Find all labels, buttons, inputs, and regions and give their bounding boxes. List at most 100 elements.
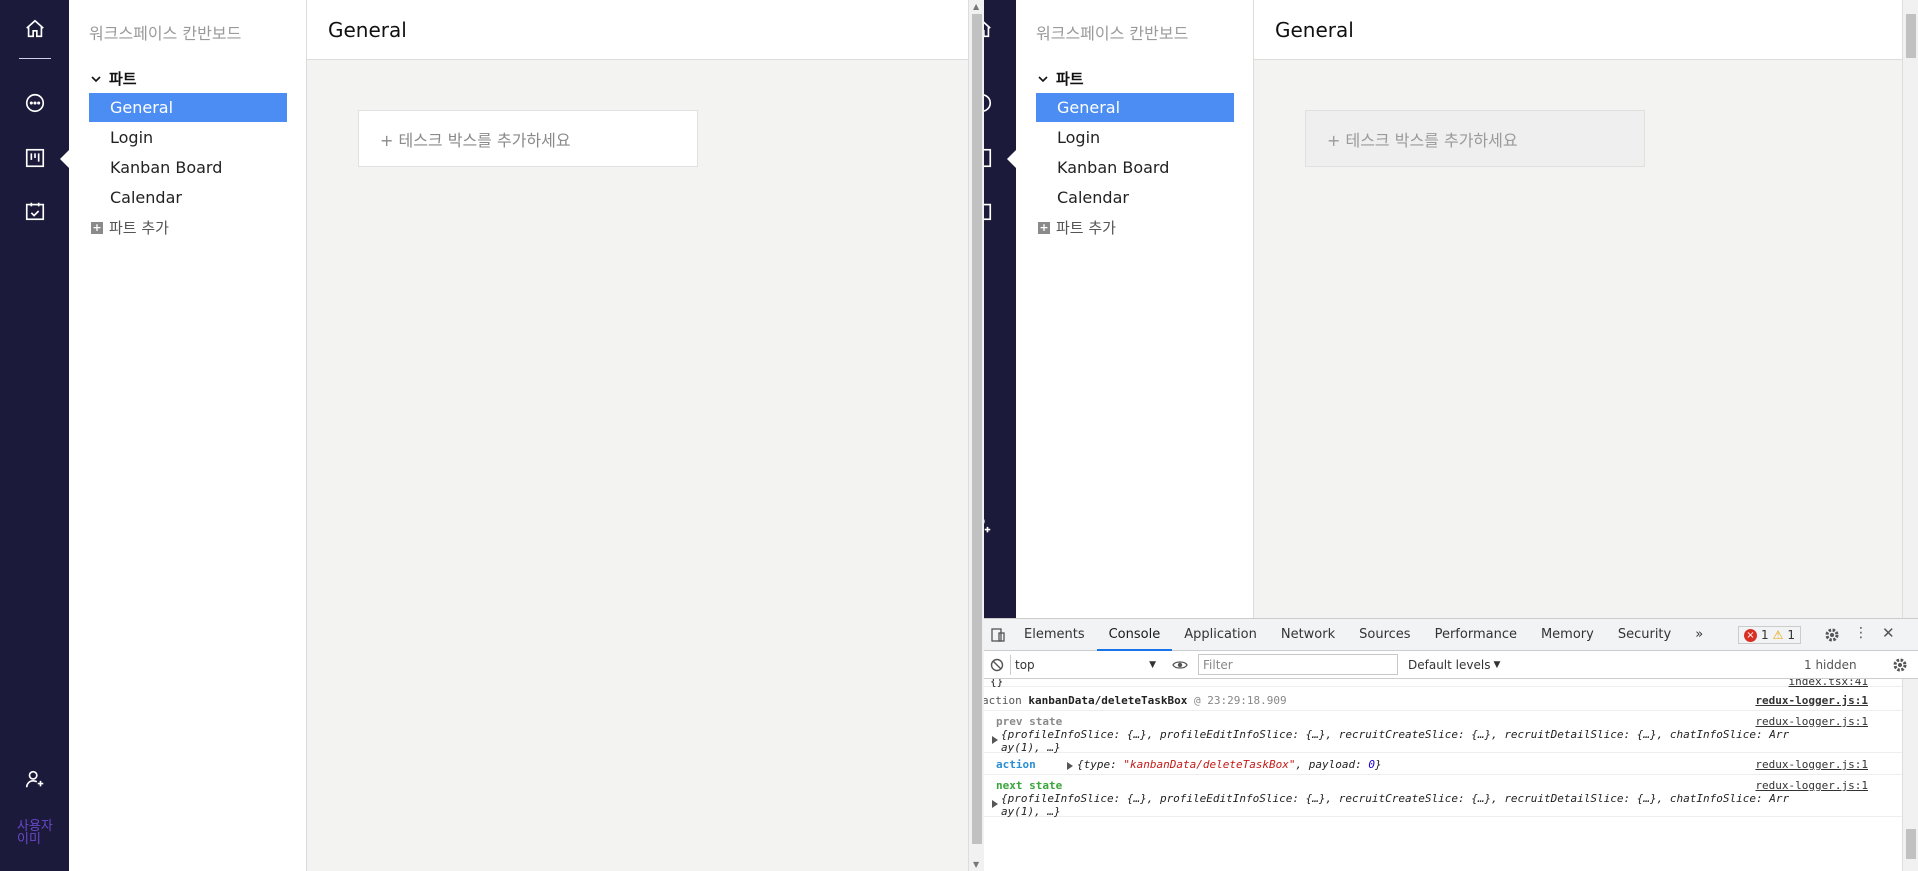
tab-performance[interactable]: Performance (1423, 619, 1529, 651)
part-group-toggle[interactable]: 파트 (91, 68, 137, 89)
home-icon[interactable] (984, 16, 995, 42)
action-prefix: action (984, 694, 1022, 707)
dropdown-arrow-icon: ▼ (1149, 659, 1156, 670)
console-group-header[interactable]: action kanbanData/deleteTaskBox @ 23:29:… (984, 691, 1902, 711)
console-row-prev-state: prev state redux-logger.js:1 {profileInf… (984, 713, 1902, 754)
calendar-check-icon[interactable] (984, 198, 995, 224)
expand-triangle-icon[interactable] (1067, 760, 1077, 773)
gear-icon[interactable] (1824, 627, 1840, 647)
source-link[interactable]: index.tsx:41 (1789, 679, 1868, 688)
console-text: {} (990, 679, 1004, 688)
console-row-action: action {type: "kanbanData/deleteTaskBox"… (984, 755, 1902, 775)
plus-square-icon: + (91, 220, 103, 234)
tab-network[interactable]: Network (1269, 619, 1347, 651)
page-title: General (307, 0, 968, 60)
device-toggle-icon[interactable] (984, 619, 1012, 651)
scrollbar-thumb[interactable] (1906, 14, 1916, 58)
workspace-sidebar: 워크스페이스 칸반보드 파트 General Login Kanban Boar… (1016, 0, 1254, 618)
more-tabs-button[interactable]: » (1683, 619, 1715, 651)
right-browser-window: 워크스페이스 칸반보드 파트 General Login Kanban Boar… (984, 0, 1918, 618)
tab-security[interactable]: Security (1606, 619, 1683, 651)
add-taskbox-button[interactable]: + 테스크 박스를 추가하세요 (358, 110, 698, 167)
scroll-down-arrow-icon[interactable]: ▼ (973, 860, 979, 869)
kebab-menu-icon[interactable]: ⋮ (1854, 625, 1868, 641)
part-group-label: 파트 (109, 70, 137, 88)
console-filter-input[interactable] (1198, 654, 1398, 675)
add-part-button[interactable]: + 파트 추가 (91, 217, 169, 238)
calendar-check-icon[interactable] (22, 198, 48, 224)
tab-application[interactable]: Application (1172, 619, 1269, 651)
add-user-icon[interactable] (984, 512, 995, 538)
clear-console-icon[interactable] (990, 658, 1004, 672)
part-item-general[interactable]: General (1036, 93, 1234, 122)
scroll-up-arrow-icon[interactable]: ▲ (973, 2, 979, 11)
console-toolbar: top ▼ Default levels ▼ 1 hidden (984, 651, 1918, 679)
part-item-kanban-board[interactable]: Kanban Board (89, 153, 287, 182)
chevron-down-icon (91, 70, 101, 88)
hidden-count: 1 hidden (1804, 657, 1857, 672)
next-state-value-wrap: ay(1), …} (1001, 805, 1061, 818)
scrollbar-thumb[interactable] (1906, 829, 1916, 859)
next-state-value: {profileInfoSlice: {…}, profileEditInfoS… (1001, 792, 1790, 805)
prev-state-value-wrap: ay(1), …} (1001, 741, 1061, 754)
kanban-icon[interactable] (22, 145, 48, 171)
part-item-calendar[interactable]: Calendar (1036, 183, 1234, 212)
prev-state-label: prev state (996, 715, 1063, 728)
action-object-text: {type: (1077, 758, 1124, 771)
part-item-login[interactable]: Login (1036, 123, 1234, 152)
issues-counter[interactable]: × 1 ⚠ 1 (1738, 626, 1802, 644)
plus-square-icon: + (1038, 220, 1050, 234)
source-link[interactable]: redux-logger.js:1 (1755, 715, 1868, 728)
left-browser-window: 사용자 이미 워크스페이스 칸반보드 파트 General Login Kanb… (0, 0, 968, 871)
warning-count: 1 (1787, 628, 1796, 642)
part-item-general[interactable]: General (89, 93, 287, 122)
part-group-label: 파트 (1056, 70, 1084, 88)
scrollbar-thumb[interactable] (972, 14, 982, 844)
part-item-calendar[interactable]: Calendar (89, 183, 287, 212)
devtools-tab-bar: Elements Console Application Network Sou… (984, 619, 1918, 651)
add-taskbox-button[interactable]: + 테스크 박스를 추가하세요 (1305, 110, 1645, 167)
context-value: top (1015, 657, 1035, 672)
add-part-button[interactable]: + 파트 추가 (1038, 217, 1116, 238)
action-name: kanbanData/deleteTaskBox (1028, 694, 1188, 707)
kanban-icon[interactable] (984, 145, 995, 171)
eye-icon[interactable] (1172, 659, 1188, 671)
prev-state-value: {profileInfoSlice: {…}, profileEditInfoS… (1001, 728, 1790, 741)
right-window-scrollbar[interactable] (1902, 0, 1918, 618)
console-output: {} index.tsx:41 action kanbanData/delete… (984, 679, 1918, 871)
action-label: action (996, 758, 1036, 771)
next-state-label: next state (996, 779, 1063, 792)
chat-icon[interactable] (22, 90, 48, 116)
part-item-kanban-board[interactable]: Kanban Board (1036, 153, 1234, 182)
kanban-main: General + 테스크 박스를 추가하세요 (1254, 0, 1902, 618)
source-link[interactable]: redux-logger.js:1 (1755, 779, 1868, 792)
console-row: {} index.tsx:41 (984, 679, 1902, 688)
source-link[interactable]: redux-logger.js:1 (1755, 694, 1868, 707)
close-icon[interactable]: ✕ (1882, 624, 1895, 642)
error-count: 1 (1761, 628, 1769, 642)
add-part-label: 파트 추가 (109, 219, 169, 237)
console-settings-gear-icon[interactable] (1892, 657, 1908, 676)
part-group-toggle[interactable]: 파트 (1038, 68, 1084, 89)
context-select[interactable]: top ▼ (1010, 654, 1160, 675)
tab-memory[interactable]: Memory (1529, 619, 1606, 651)
console-scrollbar[interactable] (1902, 679, 1918, 871)
source-link[interactable]: redux-logger.js:1 (1755, 758, 1868, 771)
tab-console[interactable]: Console (1096, 619, 1173, 651)
console-text: action kanbanData/deleteTaskBox @ 23:29:… (984, 694, 1287, 707)
log-levels-select[interactable]: Default levels ▼ (1408, 658, 1500, 672)
user-avatar-broken-image[interactable]: 사용자 이미 (17, 820, 57, 846)
action-object-text: } (1375, 758, 1382, 771)
chat-icon[interactable] (984, 90, 995, 116)
workspace-title: 워크스페이스 칸반보드 (1036, 24, 1189, 43)
action-type-string: "kanbanData/deleteTaskBox" (1123, 758, 1296, 771)
workspace-sidebar: 워크스페이스 칸반보드 파트 General Login Kanban Boar… (69, 0, 307, 871)
left-window-scrollbar[interactable]: ▲ ▼ (968, 0, 984, 871)
part-item-login[interactable]: Login (89, 123, 287, 152)
kanban-main: General + 테스크 박스를 추가하세요 (307, 0, 968, 871)
tab-sources[interactable]: Sources (1347, 619, 1422, 651)
add-user-icon[interactable] (22, 766, 48, 792)
home-icon[interactable] (22, 16, 48, 42)
tab-elements[interactable]: Elements (1012, 619, 1097, 651)
workspace-title: 워크스페이스 칸반보드 (89, 24, 242, 43)
